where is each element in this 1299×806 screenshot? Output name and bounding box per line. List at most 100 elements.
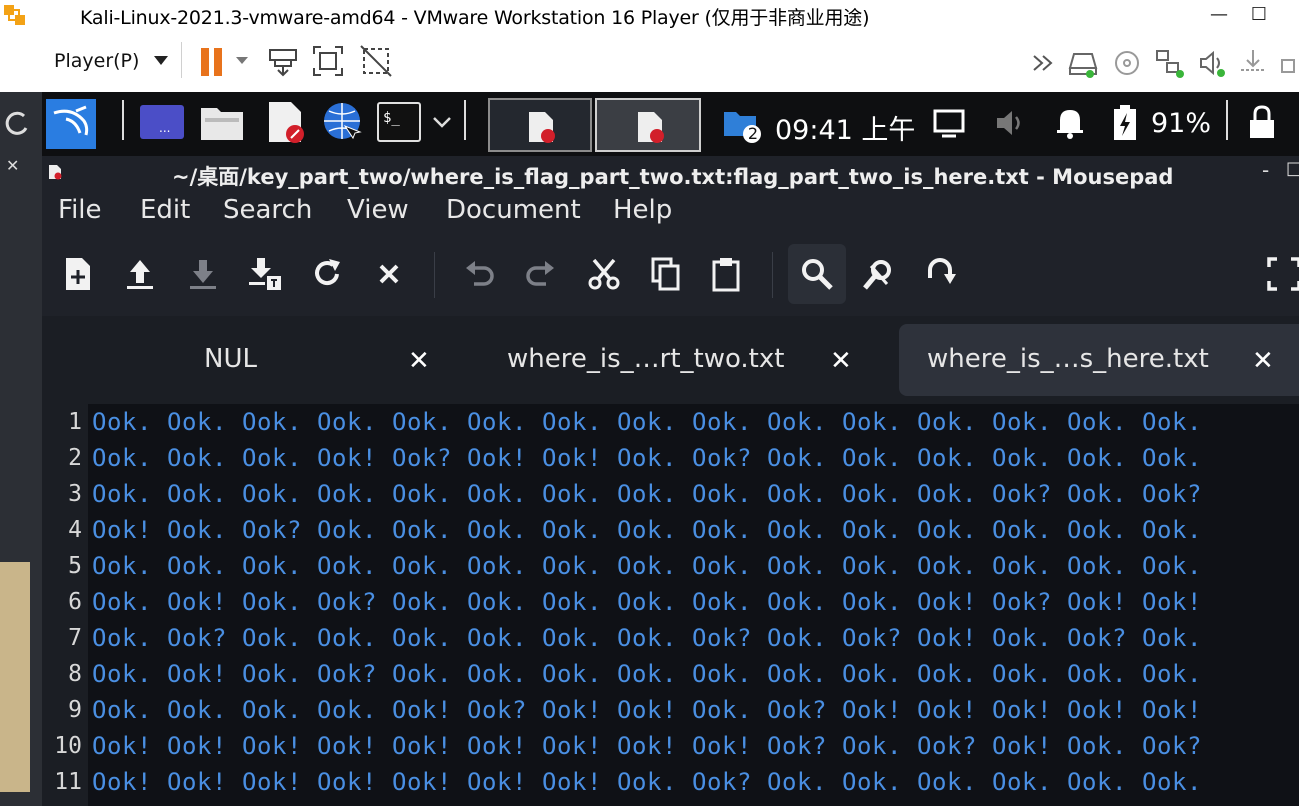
close-tab-icon[interactable]: ✕	[408, 346, 430, 376]
battery-icon[interactable]	[1112, 104, 1138, 142]
web-browser-icon[interactable]	[321, 100, 365, 144]
undo-icon[interactable]	[462, 256, 498, 292]
sound-card-icon[interactable]	[1195, 46, 1229, 80]
fullscreen-icon[interactable]	[1266, 256, 1299, 292]
menu-document[interactable]: Document	[446, 195, 581, 225]
tab-flag-part-two-is-here[interactable]: where_is_…s_here.txt ✕	[899, 324, 1299, 396]
close-document-icon[interactable]	[371, 256, 407, 292]
send-ctrl-alt-del-icon[interactable]	[266, 44, 300, 78]
taskbar-window-thumbnail-active[interactable]	[595, 98, 701, 152]
text-line[interactable]: Ook. Ook! Ook. Ook? Ook. Ook. Ook. Ook. …	[92, 660, 1202, 688]
text-line[interactable]: Ook. Ook. Ook. Ook. Ook. Ook. Ook. Ook. …	[92, 552, 1202, 580]
terminal-icon[interactable]: $_	[377, 102, 421, 142]
chevron-down-icon[interactable]	[154, 56, 168, 65]
player-menu-button[interactable]: Player(P)	[54, 50, 139, 72]
usb-device-icon[interactable]	[1274, 46, 1299, 80]
minimize-button[interactable]: —	[1206, 2, 1232, 28]
notification-bell-icon[interactable]	[1052, 104, 1088, 140]
editor-window-title: ~/桌面/key_part_two/where_is_flag_part_two…	[172, 165, 1174, 189]
menu-view[interactable]: View	[347, 195, 409, 225]
kali-dragon-icon	[53, 105, 89, 136]
maximize-button[interactable]: ☐	[1246, 2, 1272, 28]
usb-download-icon[interactable]	[1236, 46, 1270, 80]
reload-icon[interactable]	[309, 256, 345, 292]
tab-where-is-flag-part-two[interactable]: where_is_…rt_two.txt ✕	[472, 324, 892, 396]
network-adapter-icon[interactable]	[1152, 46, 1186, 80]
go-to-line-icon[interactable]	[922, 256, 958, 292]
line-number: 3	[68, 481, 82, 507]
unity-mode-icon[interactable]	[359, 44, 393, 78]
menu-search[interactable]: Search	[223, 195, 312, 225]
text-line[interactable]: Ook. Ook. Ook. Ook. Ook. Ook. Ook. Ook. …	[92, 408, 1202, 436]
svg-text:...: ...	[159, 121, 170, 135]
text-line[interactable]: Ook! Ook! Ook! Ook! Ook! Ook! Ook! Ook. …	[92, 768, 1202, 796]
line-number: 9	[68, 697, 82, 723]
text-editor-area[interactable]: 1 2 3 4 5 6 7 8 9 10 11 Ook. Ook. Ook. O…	[42, 404, 1299, 806]
chevron-down-icon[interactable]	[236, 57, 248, 64]
clock[interactable]: 09:41 上午	[775, 108, 915, 147]
vmware-window-title: Kali-Linux-2021.3-vmware-amd64 - VMware …	[80, 7, 870, 29]
vmware-toolbar: Player(P)	[0, 30, 1299, 92]
kali-menu-button[interactable]	[46, 99, 96, 149]
volume-icon[interactable]	[993, 106, 1027, 140]
text-line[interactable]: Ook. Ook. Ook. Ook. Ook! Ook? Ook! Ook! …	[92, 696, 1202, 724]
tab-label: NUL	[204, 344, 257, 374]
minimize-button[interactable]: -	[1262, 158, 1269, 182]
display-icon[interactable]	[932, 108, 966, 138]
menu-help[interactable]: Help	[613, 195, 672, 225]
close-tab-icon[interactable]: ✕	[830, 346, 852, 376]
cd-dvd-icon[interactable]	[1110, 46, 1144, 80]
line-number: 1	[68, 409, 82, 435]
hard-disk-icon[interactable]	[1066, 46, 1100, 80]
document-tab-bar: NUL ✕ where_is_…rt_two.txt ✕ where_is_…s…	[42, 316, 1299, 404]
text-line[interactable]: Ook. Ook? Ook. Ook. Ook. Ook. Ook. Ook. …	[92, 624, 1202, 652]
toolbar-divider	[772, 252, 773, 298]
text-line[interactable]: Ook. Ook! Ook. Ook? Ook. Ook. Ook. Ook. …	[92, 588, 1202, 616]
lock-icon[interactable]	[1247, 104, 1277, 140]
tab-nul[interactable]: NUL ✕	[42, 324, 462, 396]
maximize-button[interactable]: □	[1286, 158, 1299, 179]
show-desktop-icon[interactable]: ...	[139, 104, 185, 140]
more-devices-icon[interactable]	[1029, 46, 1063, 80]
fit-guest-icon[interactable]	[311, 44, 345, 78]
text-line[interactable]: Ook. Ook. Ook. Ook! Ook? Ook! Ook! Ook. …	[92, 444, 1202, 472]
open-upload-icon[interactable]	[122, 256, 158, 292]
menu-edit[interactable]: Edit	[140, 195, 190, 225]
line-number: 4	[68, 517, 82, 543]
new-document-icon[interactable]	[60, 256, 96, 292]
chevron-down-icon[interactable]	[431, 114, 453, 130]
save-download-icon[interactable]	[185, 256, 221, 292]
menu-file[interactable]: File	[58, 195, 102, 225]
text-editor-icon	[638, 112, 664, 143]
host-background-strip	[0, 562, 30, 792]
copy-icon[interactable]	[648, 256, 684, 292]
line-number: 11	[54, 769, 82, 795]
panel-divider	[122, 100, 124, 140]
taskbar-window-thumbnail[interactable]	[488, 98, 592, 152]
save-as-icon[interactable]	[247, 256, 283, 292]
text-editor-icon[interactable]	[265, 100, 305, 144]
host-side-strip: ✕	[0, 92, 42, 806]
find-replace-icon[interactable]	[861, 256, 897, 292]
text-line[interactable]: Ook! Ook! Ook! Ook! Ook! Ook! Ook! Ook! …	[92, 732, 1202, 760]
text-line[interactable]: Ook! Ook. Ook? Ook. Ook. Ook. Ook. Ook. …	[92, 516, 1202, 544]
workspace-badge: 2	[747, 124, 759, 143]
close-tab-icon[interactable]: ✕	[1252, 346, 1274, 376]
search-icon[interactable]	[799, 256, 835, 292]
cut-icon[interactable]	[586, 256, 622, 292]
toolbar-divider	[434, 252, 435, 298]
text-line[interactable]: Ook. Ook. Ook. Ook. Ook. Ook. Ook. Ook. …	[92, 480, 1202, 508]
pause-button[interactable]	[201, 48, 225, 76]
kali-top-panel: ... $_ 2 09:41 上午 91%	[42, 92, 1299, 156]
toolbar-divider	[181, 42, 182, 78]
paste-icon[interactable]	[708, 256, 744, 292]
line-number: 10	[54, 733, 82, 759]
line-number: 2	[68, 445, 82, 471]
battery-percentage: 91%	[1151, 108, 1212, 139]
line-number: 5	[68, 553, 82, 579]
tab-label: where_is_…rt_two.txt	[507, 344, 785, 374]
file-manager-icon[interactable]	[199, 102, 245, 142]
text-editor-icon	[529, 112, 555, 143]
redo-icon[interactable]	[522, 256, 558, 292]
close-icon[interactable]: ✕	[6, 156, 19, 175]
